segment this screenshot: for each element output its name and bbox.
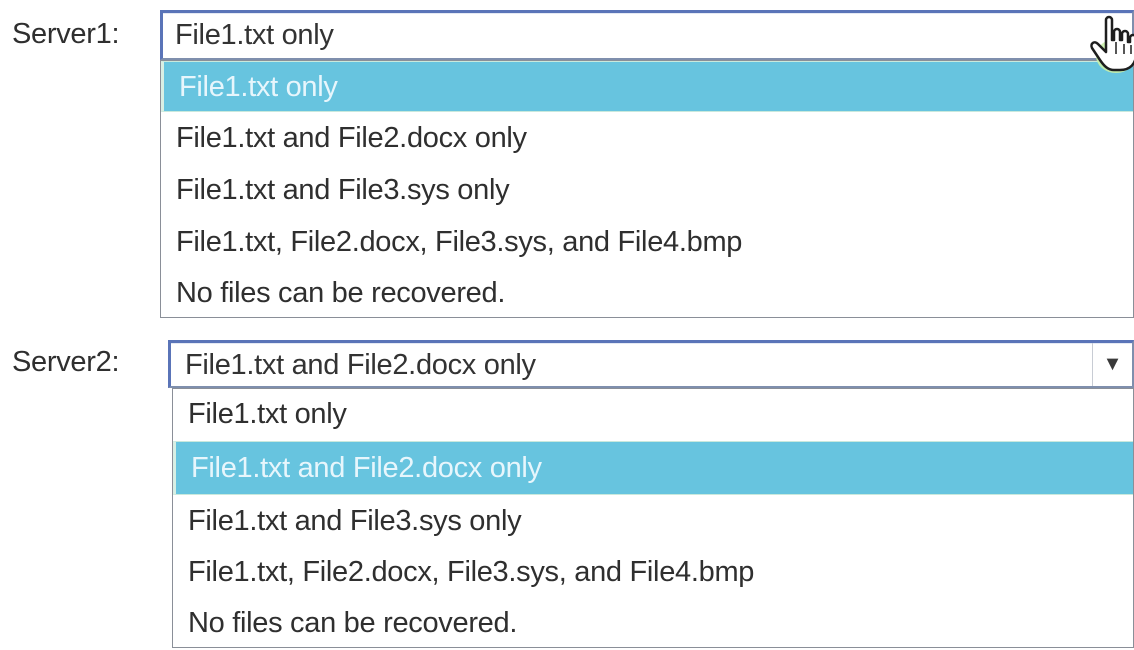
server1-option[interactable]: File1.txt and File3.sys only [161,164,1133,216]
server1-option-list: File1.txt only File1.txt and File2.docx … [160,60,1134,318]
server1-option[interactable]: File1.txt, File2.docx, File3.sys, and Fi… [161,216,1133,268]
server1-option[interactable]: No files can be recovered. [161,268,1133,318]
server2-label: Server2: [12,346,120,378]
server1-label: Server1: [12,18,120,50]
server2-option[interactable]: File1.txt and File2.docx only [173,441,1133,495]
server2-select-value: File1.txt and File2.docx only [185,349,536,381]
server1-select[interactable]: File1.txt only [160,10,1134,60]
server2-option[interactable]: File1.txt only [173,389,1133,440]
server2-select[interactable]: File1.txt and File2.docx only ▼ [168,340,1134,388]
server2-option[interactable]: No files can be recovered. [173,598,1133,648]
server1-option[interactable]: File1.txt and File2.docx only [161,112,1133,164]
server2-option[interactable]: File1.txt and File3.sys only [173,495,1133,547]
hand-pointer-icon [1090,15,1134,73]
server1-select-value: File1.txt only [175,19,334,51]
chevron-down-icon[interactable]: ▼ [1092,343,1132,386]
server1-option[interactable]: File1.txt only [161,61,1133,112]
server2-option-list: File1.txt only File1.txt and File2.docx … [172,388,1134,648]
server2-option[interactable]: File1.txt, File2.docx, File3.sys, and Fi… [173,547,1133,598]
